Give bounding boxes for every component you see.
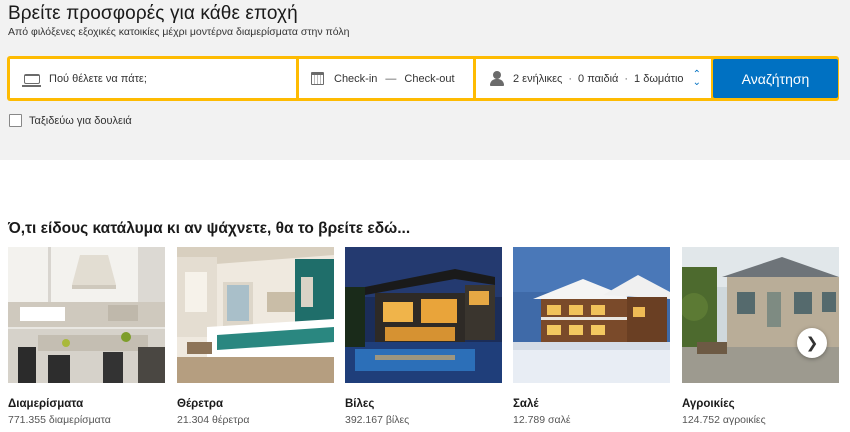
- farm-stays-photo[interactable]: [682, 247, 839, 383]
- destination-placeholder[interactable]: Πού θέλετε να πάτε;: [49, 73, 147, 85]
- search-bar: Πού θέλετε να πάτε; Check-in — Check-out…: [7, 56, 839, 101]
- property-card-apartments[interactable]: Διαμερίσματα 771.355 διαμερίσματα: [8, 247, 165, 426]
- separator-dot: ·: [624, 72, 629, 85]
- checkin-label[interactable]: Check-in: [334, 73, 377, 85]
- hero-subtitle: Από φιλόξενες εξοχικές κατοικίες μέχρι μ…: [8, 26, 350, 38]
- property-count: 124.752 αγροικίες: [682, 414, 766, 426]
- business-travel-checkbox[interactable]: [9, 114, 22, 127]
- apartments-photo[interactable]: [8, 247, 165, 383]
- property-name[interactable]: Σαλέ: [513, 398, 539, 410]
- hero-section: Βρείτε προσφορές για κάθε εποχή Από φιλό…: [0, 0, 850, 160]
- chevron-right-icon: ❯: [805, 335, 819, 352]
- bed-icon: [22, 73, 41, 87]
- property-types-title: Ό,τι είδους κατάλυμα κι αν ψάχνετε, θα τ…: [8, 220, 411, 237]
- dates-field[interactable]: Check-in — Check-out: [299, 59, 473, 98]
- villas-photo[interactable]: [345, 247, 502, 383]
- property-card-chalets[interactable]: Σαλέ 12.789 σαλέ: [513, 247, 670, 426]
- property-name[interactable]: Βίλες: [345, 398, 374, 410]
- business-travel-option[interactable]: Ταξιδεύω για δουλειά: [9, 114, 132, 127]
- property-count: 12.789 σαλέ: [513, 414, 571, 426]
- adults-count: 2 ενήλικες: [513, 72, 563, 85]
- carousel-next-button[interactable]: ❯: [797, 328, 827, 358]
- rooms-count: 1 δωμάτιο: [634, 72, 684, 85]
- property-name[interactable]: Θέρετρα: [177, 398, 223, 410]
- destination-field[interactable]: Πού θέλετε να πάτε;: [10, 59, 296, 98]
- chalets-photo[interactable]: [513, 247, 670, 383]
- business-travel-label: Ταξιδεύω για δουλειά: [29, 114, 132, 127]
- person-icon: [490, 71, 504, 86]
- separator-dot: ·: [568, 72, 573, 85]
- property-name[interactable]: Διαμερίσματα: [8, 398, 83, 410]
- property-count: 392.167 βίλες: [345, 414, 410, 426]
- date-separator: —: [385, 72, 397, 85]
- updown-chevron-icon[interactable]: ⌃ ⌄: [693, 69, 701, 87]
- search-button[interactable]: Αναζήτηση: [713, 59, 838, 98]
- checkout-label[interactable]: Check-out: [404, 73, 454, 85]
- calendar-icon: [311, 72, 324, 85]
- guests-field[interactable]: 2 ενήλικες · 0 παιδιά · 1 δωμάτιο ⌃ ⌄: [476, 59, 711, 98]
- property-name[interactable]: Αγροικίες: [682, 398, 735, 410]
- property-card-villas[interactable]: Βίλες 392.167 βίλες: [345, 247, 502, 426]
- children-count: 0 παιδιά: [578, 72, 619, 85]
- property-count: 21.304 θέρετρα: [177, 414, 250, 426]
- resorts-photo[interactable]: [177, 247, 334, 383]
- property-card-resorts[interactable]: Θέρετρα 21.304 θέρετρα: [177, 247, 334, 426]
- hero-title: Βρείτε προσφορές για κάθε εποχή: [8, 3, 298, 24]
- property-card-farm-stays[interactable]: Αγροικίες 124.752 αγροικίες: [682, 247, 839, 426]
- property-count: 771.355 διαμερίσματα: [8, 414, 111, 426]
